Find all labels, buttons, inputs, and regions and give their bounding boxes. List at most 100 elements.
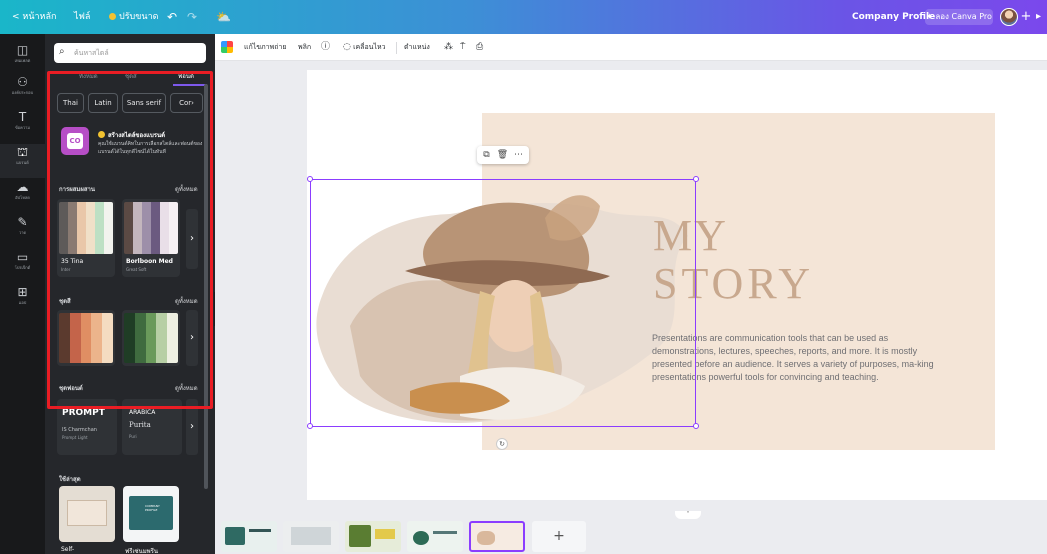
recent-template-label: ฟรีเซ่นมพรีน [125, 548, 158, 554]
resize-button[interactable]: ปรับขนาด [109, 0, 158, 34]
more-options-icon[interactable]: ⋯ [511, 146, 526, 164]
cloud-saved-icon: ⛅ [216, 10, 231, 24]
rail-item-label: แบรนด์ [16, 160, 29, 165]
rail-item-label: องค์ประกอบ [11, 90, 34, 95]
thumbnail-preview [249, 529, 271, 532]
selection-box[interactable] [310, 179, 696, 427]
font-card-heading: ARABICA [129, 409, 156, 416]
thumbnail-preview [433, 531, 457, 534]
redo-icon[interactable]: ↷ [186, 0, 198, 34]
section-title-recent: ใช้ล่าสุด [59, 476, 81, 483]
page-thumbnail[interactable] [407, 521, 463, 552]
canva-editor: < หน้าหลัก ไฟล์ ปรับขนาด ↶ ↷ ⛅ Company P… [0, 0, 1047, 554]
transparency-icon[interactable]: ⁂ [444, 34, 453, 61]
canvas-area: MY STORY Presentations are communication… [215, 61, 1047, 511]
home-button[interactable]: < หน้าหลัก [12, 0, 56, 34]
templates-icon: ◫ [16, 43, 29, 57]
color-picker-icon[interactable] [221, 41, 233, 53]
recent-template-label: Self- [61, 546, 75, 553]
search-icon: ⌕ [59, 46, 65, 57]
more-icon[interactable]: ▸ [1036, 0, 1047, 34]
elements-icon: ⚇ [17, 75, 28, 89]
edit-image-button[interactable]: แก้ไขภาพถ่าย [244, 34, 287, 61]
position-button[interactable]: ตำแหน่ง [404, 34, 430, 61]
page-thumbnail[interactable] [345, 521, 401, 552]
recent-template-card[interactable] [59, 486, 115, 542]
rail-item-label: วาด [18, 230, 27, 235]
font-card-line: Puri [129, 434, 137, 439]
font-card-line: IS Charmchan [62, 427, 97, 433]
rail-item-brand[interactable]: ⛫ แบรนด์ [0, 144, 45, 178]
left-rail: ◫ เทมเพลต ⚇ องค์ประกอบ T ข้อความ ⛫ แบรนด… [0, 34, 45, 554]
template-preview-text: COMPANY PROFILE [145, 504, 160, 512]
floating-element-toolbar: ⧉ 🗑 ⋯ [477, 146, 529, 164]
rail-item-label: อัปโหลด [15, 195, 30, 200]
lock-icon[interactable]: ⎙ [476, 34, 483, 61]
thumbnail-preview [291, 527, 331, 545]
thumbnail-preview [349, 525, 371, 547]
rail-item-label: แอป [18, 300, 27, 305]
flip-button[interactable]: พลิก [298, 34, 311, 61]
file-menu[interactable]: ไฟล์ [74, 0, 90, 34]
rail-item-projects[interactable]: ▭ โปรเจ็กต์ [0, 249, 45, 283]
font-card-heading: PROMPT [62, 408, 105, 418]
paint-roller-icon[interactable]: ⍑ [460, 34, 465, 61]
resize-handle[interactable] [307, 176, 313, 182]
apps-icon: ⊞ [17, 285, 28, 299]
page-thumbnail[interactable] [221, 521, 277, 552]
pro-crown-icon [109, 13, 116, 20]
folder-icon: ▭ [16, 250, 29, 264]
rotate-handle-icon[interactable]: ↻ [496, 438, 508, 450]
pages-strip: ˄ + [215, 511, 1047, 554]
duplicate-icon[interactable]: ⧉ [479, 146, 494, 164]
highlight-annotation [47, 71, 213, 409]
search-input[interactable]: ⌕ ค้นหาสไตล์ [54, 43, 206, 63]
template-preview [129, 496, 173, 530]
document-title[interactable]: Company Profile [852, 10, 935, 24]
toolbar-divider [396, 42, 397, 54]
thumbnail-preview [375, 529, 395, 539]
brand-icon: ⛫ [16, 145, 29, 159]
try-pro-button[interactable]: ✦ ลอง Canva Pro [925, 9, 993, 25]
text-icon: T [18, 110, 27, 124]
animate-label: เคลื่อนไหว [353, 43, 386, 51]
search-placeholder: ค้นหาสไตล์ [74, 49, 109, 57]
thumbnail-preview [225, 527, 245, 545]
animate-icon: ◌ [343, 42, 351, 52]
rail-item-label: ข้อความ [15, 125, 30, 130]
resize-handle[interactable] [693, 423, 699, 429]
thumbnail-preview [477, 531, 495, 545]
resize-handle[interactable] [693, 176, 699, 182]
thumbnail-preview [413, 531, 429, 545]
rail-item-text[interactable]: T ข้อความ [0, 109, 45, 143]
slide-body-text[interactable]: Presentations are communication tools th… [652, 332, 952, 384]
avatar[interactable] [1000, 8, 1018, 26]
resize-label: ปรับขนาด [119, 12, 159, 22]
rail-item-label: เทมเพลต [14, 58, 31, 63]
info-icon[interactable]: ⓘ [321, 34, 330, 61]
editor-toolbar: แก้ไขภาพถ่าย พลิก ⓘ ◌ เคลื่อนไหว ตำแหน่ง… [215, 34, 1047, 61]
template-preview [67, 500, 107, 526]
slide[interactable]: MY STORY Presentations are communication… [307, 70, 1047, 500]
rail-item-apps[interactable]: ⊞ แอป [0, 284, 45, 318]
upload-icon: ☁ [16, 180, 29, 194]
pages-toggle-button[interactable]: ˄ [675, 511, 701, 519]
recent-template-card[interactable]: COMPANY PROFILE [123, 486, 179, 542]
undo-icon[interactable]: ↶ [166, 0, 178, 34]
rail-item-uploads[interactable]: ☁ อัปโหลด [0, 179, 45, 213]
font-card-line: Prompt Light [62, 435, 88, 440]
rail-item-label: โปรเจ็กต์ [14, 265, 31, 270]
draw-icon: ✎ [17, 215, 28, 229]
page-thumbnail[interactable] [283, 521, 339, 552]
top-bar: < หน้าหลัก ไฟล์ ปรับขนาด ↶ ↷ ⛅ Company P… [0, 0, 1047, 34]
rail-item-draw[interactable]: ✎ วาด [0, 214, 45, 248]
rail-item-elements[interactable]: ⚇ องค์ประกอบ [0, 74, 45, 108]
rail-item-templates[interactable]: ◫ เทมเพลต [0, 42, 45, 76]
resize-handle[interactable] [307, 423, 313, 429]
animate-button[interactable]: ◌ เคลื่อนไหว [343, 34, 386, 61]
trash-icon[interactable]: 🗑 [495, 146, 510, 164]
page-thumbnail-active[interactable] [469, 521, 525, 552]
add-collaborator-button[interactable]: + [1020, 0, 1032, 34]
add-page-button[interactable]: + [532, 521, 586, 552]
font-card-line: Purita [129, 421, 151, 429]
